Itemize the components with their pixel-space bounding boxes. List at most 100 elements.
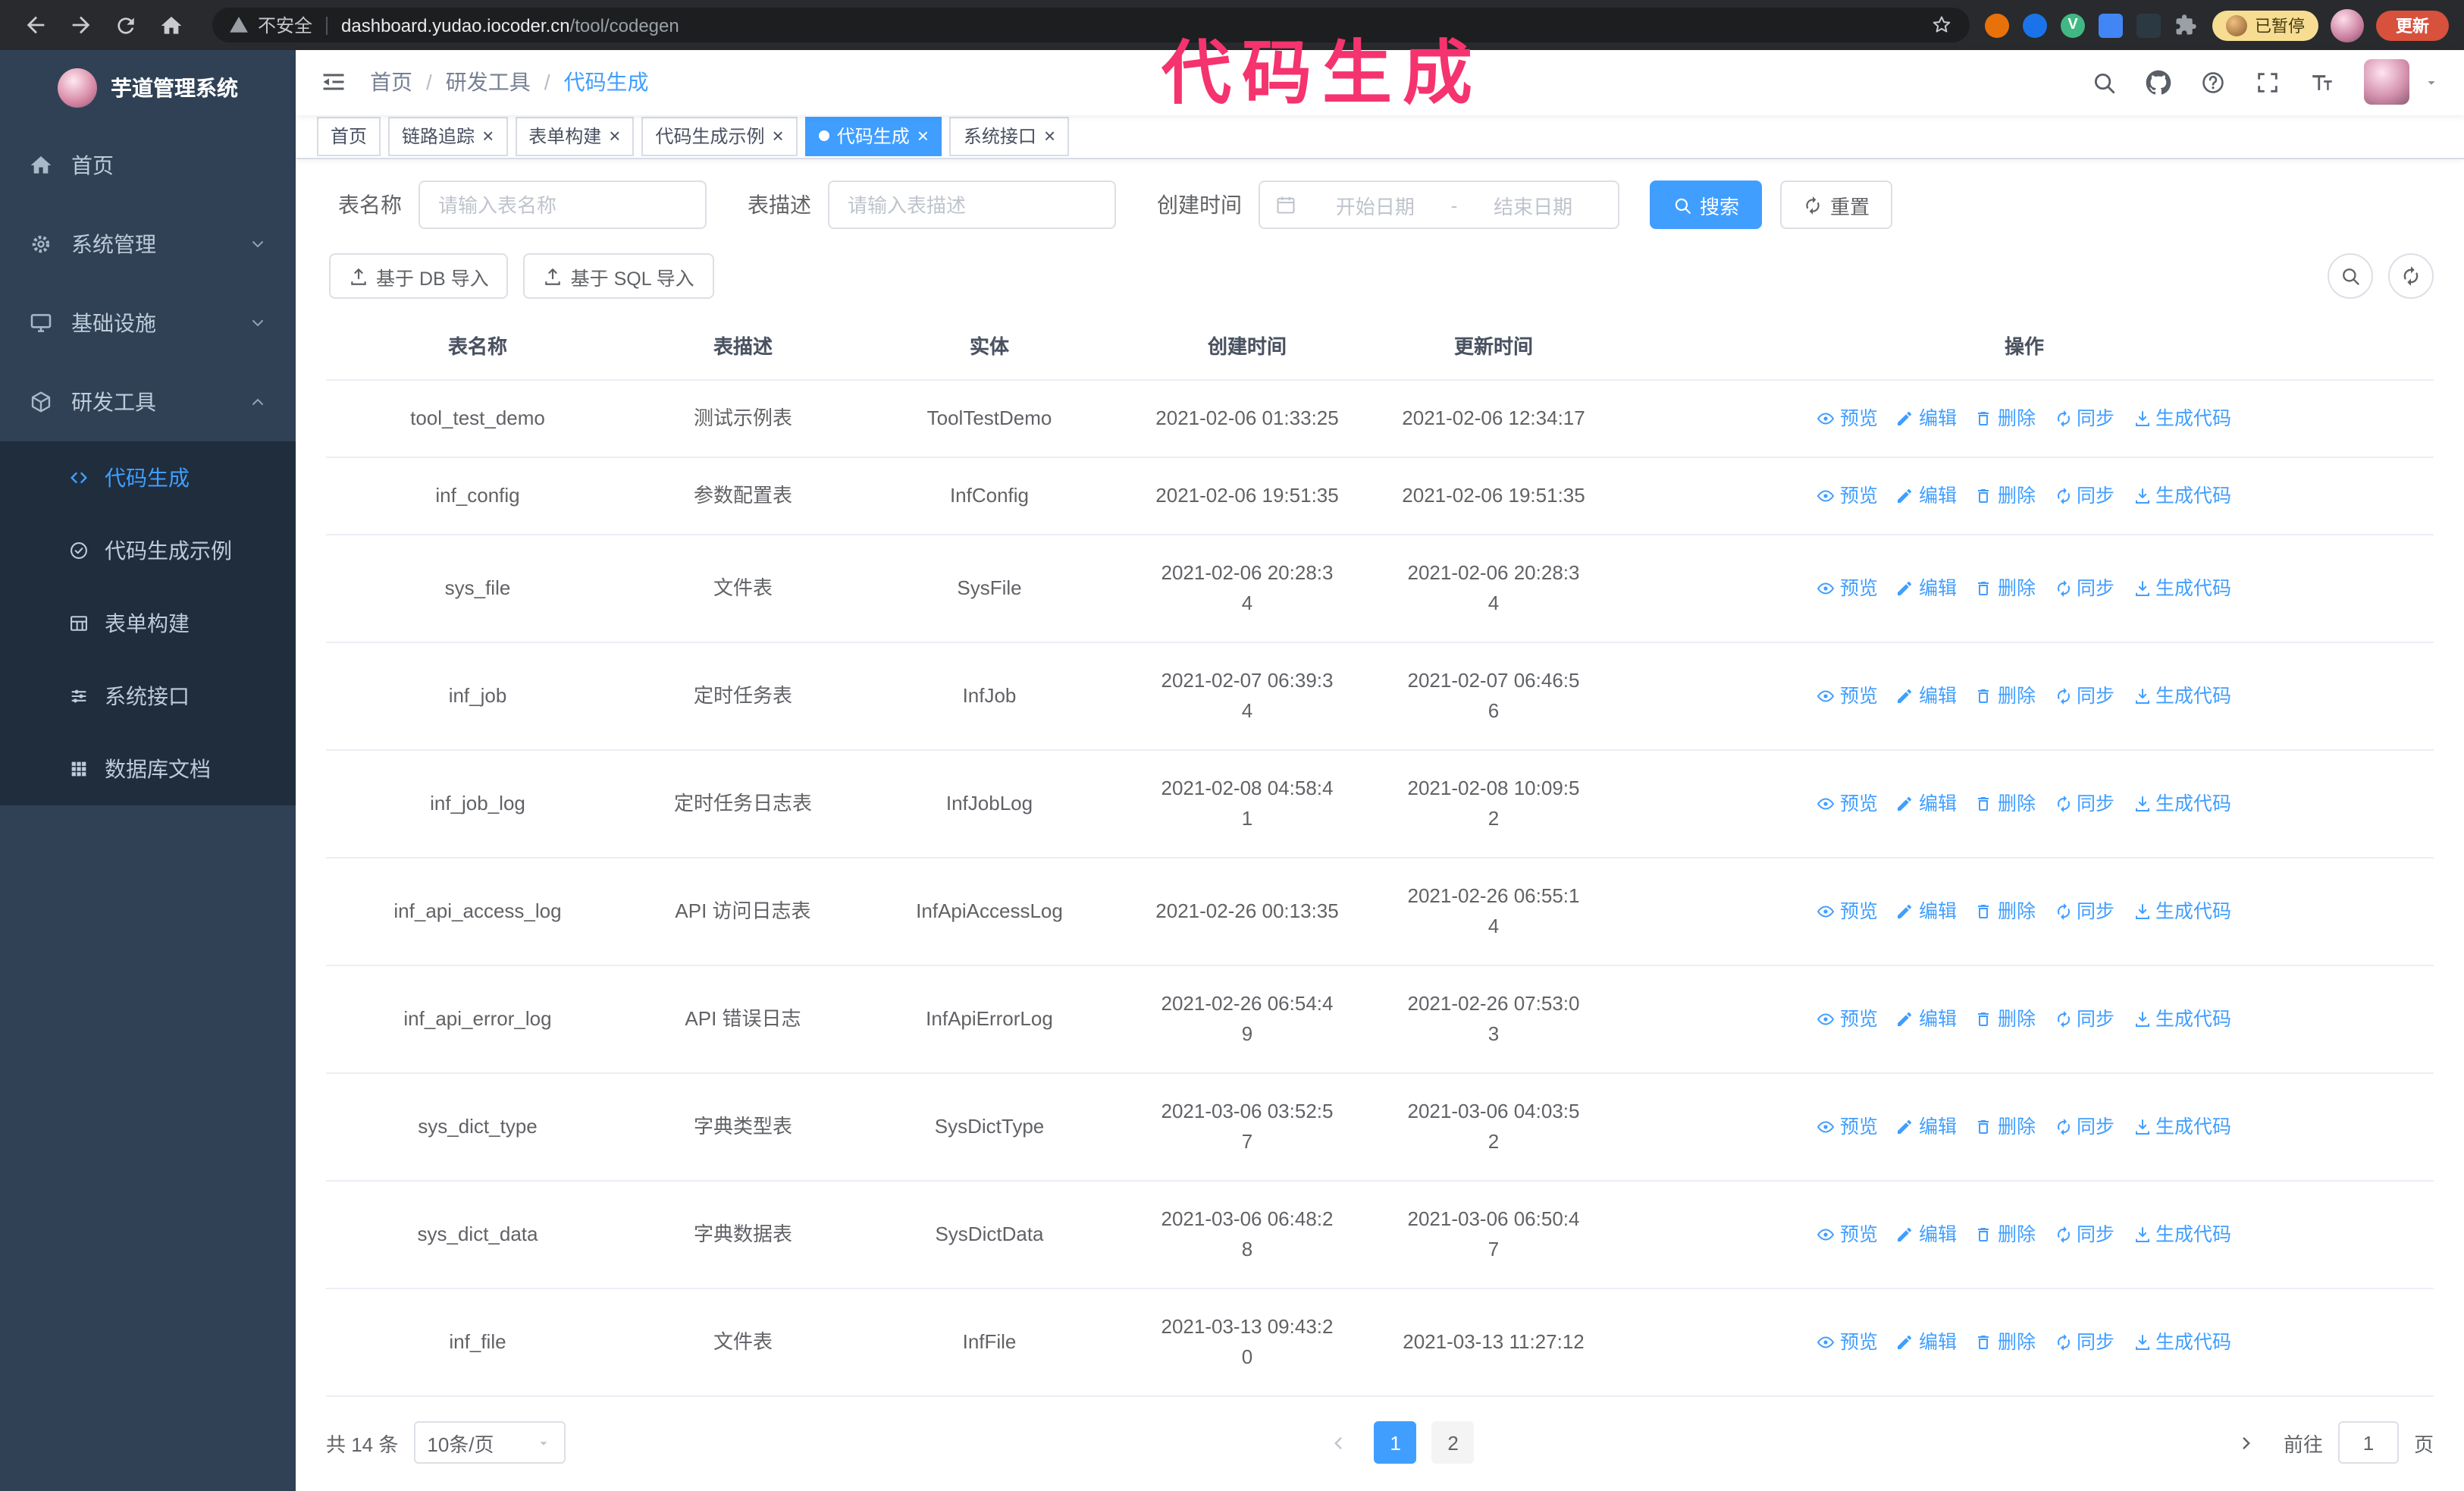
edit-link[interactable]: 编辑 [1896, 403, 1957, 434]
page-size-select[interactable]: 10条/页 [413, 1421, 566, 1464]
fullscreen-icon[interactable] [2255, 70, 2281, 96]
home-button[interactable] [152, 5, 191, 45]
goto-page-input[interactable] [2337, 1421, 2399, 1464]
edit-link[interactable]: 编辑 [1896, 1112, 1957, 1142]
table-desc-input[interactable] [828, 180, 1116, 229]
tab-system-api[interactable]: 系统接口 × [949, 116, 1070, 156]
edit-link[interactable]: 编辑 [1896, 1327, 1957, 1358]
preview-link[interactable]: 预览 [1817, 1112, 1878, 1142]
browser-profile-avatar[interactable] [2331, 8, 2364, 42]
sync-link[interactable]: 同步 [2054, 1219, 2114, 1250]
extension-icon-dark[interactable] [2136, 13, 2161, 37]
sync-paused-badge[interactable]: 已暂停 [2212, 10, 2318, 40]
preview-link[interactable]: 预览 [1817, 1327, 1878, 1358]
vue-devtools-icon[interactable]: V [2061, 13, 2085, 37]
next-page-button[interactable] [2226, 1421, 2268, 1464]
tab-form-builder[interactable]: 表单构建 × [515, 116, 635, 156]
delete-link[interactable]: 删除 [1975, 681, 2036, 711]
tab-home[interactable]: 首页 [317, 116, 381, 156]
sync-link[interactable]: 同步 [2054, 1327, 2114, 1358]
delete-link[interactable]: 删除 [1975, 896, 2036, 927]
edit-link[interactable]: 编辑 [1896, 1004, 1957, 1034]
font-size-icon[interactable] [2309, 70, 2335, 96]
puzzle-icon[interactable] [2174, 14, 2197, 36]
edit-link[interactable]: 编辑 [1896, 896, 1957, 927]
delete-link[interactable]: 删除 [1975, 481, 2036, 511]
close-icon[interactable]: × [917, 127, 929, 146]
toggle-search-button[interactable] [2328, 253, 2373, 299]
tab-codegen[interactable]: 代码生成 × [804, 116, 942, 156]
generate-code-link[interactable]: 生成代码 [2133, 1004, 2231, 1034]
sync-link[interactable]: 同步 [2054, 403, 2114, 434]
delete-link[interactable]: 删除 [1975, 1327, 2036, 1358]
delete-link[interactable]: 删除 [1975, 1004, 2036, 1034]
generate-code-link[interactable]: 生成代码 [2133, 789, 2231, 819]
back-button[interactable] [15, 5, 55, 45]
sidebar-item-codegen[interactable]: 代码生成 [0, 441, 296, 514]
sync-link[interactable]: 同步 [2054, 681, 2114, 711]
page-button-2[interactable]: 2 [1431, 1421, 1475, 1464]
sidebar-item-home[interactable]: 首页 [0, 126, 296, 205]
extension-icon-grid[interactable] [2099, 13, 2123, 37]
sidebar-item-dev-tools[interactable]: 研发工具 [0, 363, 296, 441]
extension-icon-blue[interactable] [2023, 13, 2047, 37]
date-range-picker[interactable]: 开始日期 - 结束日期 [1259, 180, 1619, 229]
sidebar-toggle-icon[interactable] [320, 69, 347, 96]
tab-trace[interactable]: 链路追踪 × [388, 116, 508, 156]
generate-code-link[interactable]: 生成代码 [2133, 681, 2231, 711]
prev-page-button[interactable] [1317, 1421, 1359, 1464]
preview-link[interactable]: 预览 [1817, 1219, 1878, 1250]
table-name-input[interactable] [419, 180, 707, 229]
browser-update-button[interactable]: 更新 [2376, 10, 2449, 40]
delete-link[interactable]: 删除 [1975, 403, 2036, 434]
close-icon[interactable]: × [1044, 127, 1055, 146]
extension-icon-orange[interactable] [1985, 13, 2009, 37]
close-icon[interactable]: × [482, 127, 494, 146]
generate-code-link[interactable]: 生成代码 [2133, 1219, 2231, 1250]
sidebar-item-infrastructure[interactable]: 基础设施 [0, 284, 296, 363]
bookmark-star-icon[interactable] [1930, 14, 1953, 36]
generate-code-link[interactable]: 生成代码 [2133, 573, 2231, 604]
sidebar-item-codegen-example[interactable]: 代码生成示例 [0, 514, 296, 587]
sidebar-item-form-builder[interactable]: 表单构建 [0, 587, 296, 660]
generate-code-link[interactable]: 生成代码 [2133, 1327, 2231, 1358]
preview-link[interactable]: 预览 [1817, 896, 1878, 927]
preview-link[interactable]: 预览 [1817, 403, 1878, 434]
sync-link[interactable]: 同步 [2054, 1004, 2114, 1034]
close-icon[interactable]: × [773, 127, 784, 146]
github-icon[interactable] [2146, 70, 2171, 96]
breadcrumb-home[interactable]: 首页 [370, 67, 412, 98]
delete-link[interactable]: 删除 [1975, 573, 2036, 604]
sync-link[interactable]: 同步 [2054, 896, 2114, 927]
sidebar-item-system-management[interactable]: 系统管理 [0, 205, 296, 284]
address-bar[interactable]: 不安全 dashboard.yudao.iocoder.cn/tool/code… [212, 8, 1970, 42]
preview-link[interactable]: 预览 [1817, 789, 1878, 819]
page-button-1[interactable]: 1 [1374, 1421, 1417, 1464]
sync-link[interactable]: 同步 [2054, 573, 2114, 604]
generate-code-link[interactable]: 生成代码 [2133, 896, 2231, 927]
preview-link[interactable]: 预览 [1817, 481, 1878, 511]
chevron-down-icon[interactable] [2423, 74, 2440, 91]
preview-link[interactable]: 预览 [1817, 573, 1878, 604]
edit-link[interactable]: 编辑 [1896, 681, 1957, 711]
reset-button[interactable]: 重置 [1780, 180, 1893, 229]
security-label[interactable]: 不安全 [258, 12, 312, 38]
generate-code-link[interactable]: 生成代码 [2133, 403, 2231, 434]
edit-link[interactable]: 编辑 [1896, 481, 1957, 511]
sync-link[interactable]: 同步 [2054, 481, 2114, 511]
generate-code-link[interactable]: 生成代码 [2133, 1112, 2231, 1142]
breadcrumb-dev-tools[interactable]: 研发工具 [446, 67, 531, 98]
delete-link[interactable]: 删除 [1975, 789, 2036, 819]
user-avatar[interactable] [2364, 59, 2409, 105]
search-icon[interactable] [2091, 70, 2117, 96]
delete-link[interactable]: 删除 [1975, 1112, 2036, 1142]
reload-button[interactable] [106, 5, 146, 45]
refresh-table-button[interactable] [2388, 253, 2434, 299]
search-button[interactable]: 搜索 [1650, 180, 1763, 229]
preview-link[interactable]: 预览 [1817, 681, 1878, 711]
tab-codegen-example[interactable]: 代码生成示例 × [641, 116, 798, 156]
edit-link[interactable]: 编辑 [1896, 1219, 1957, 1250]
edit-link[interactable]: 编辑 [1896, 573, 1957, 604]
edit-link[interactable]: 编辑 [1896, 789, 1957, 819]
close-icon[interactable]: × [609, 127, 620, 146]
